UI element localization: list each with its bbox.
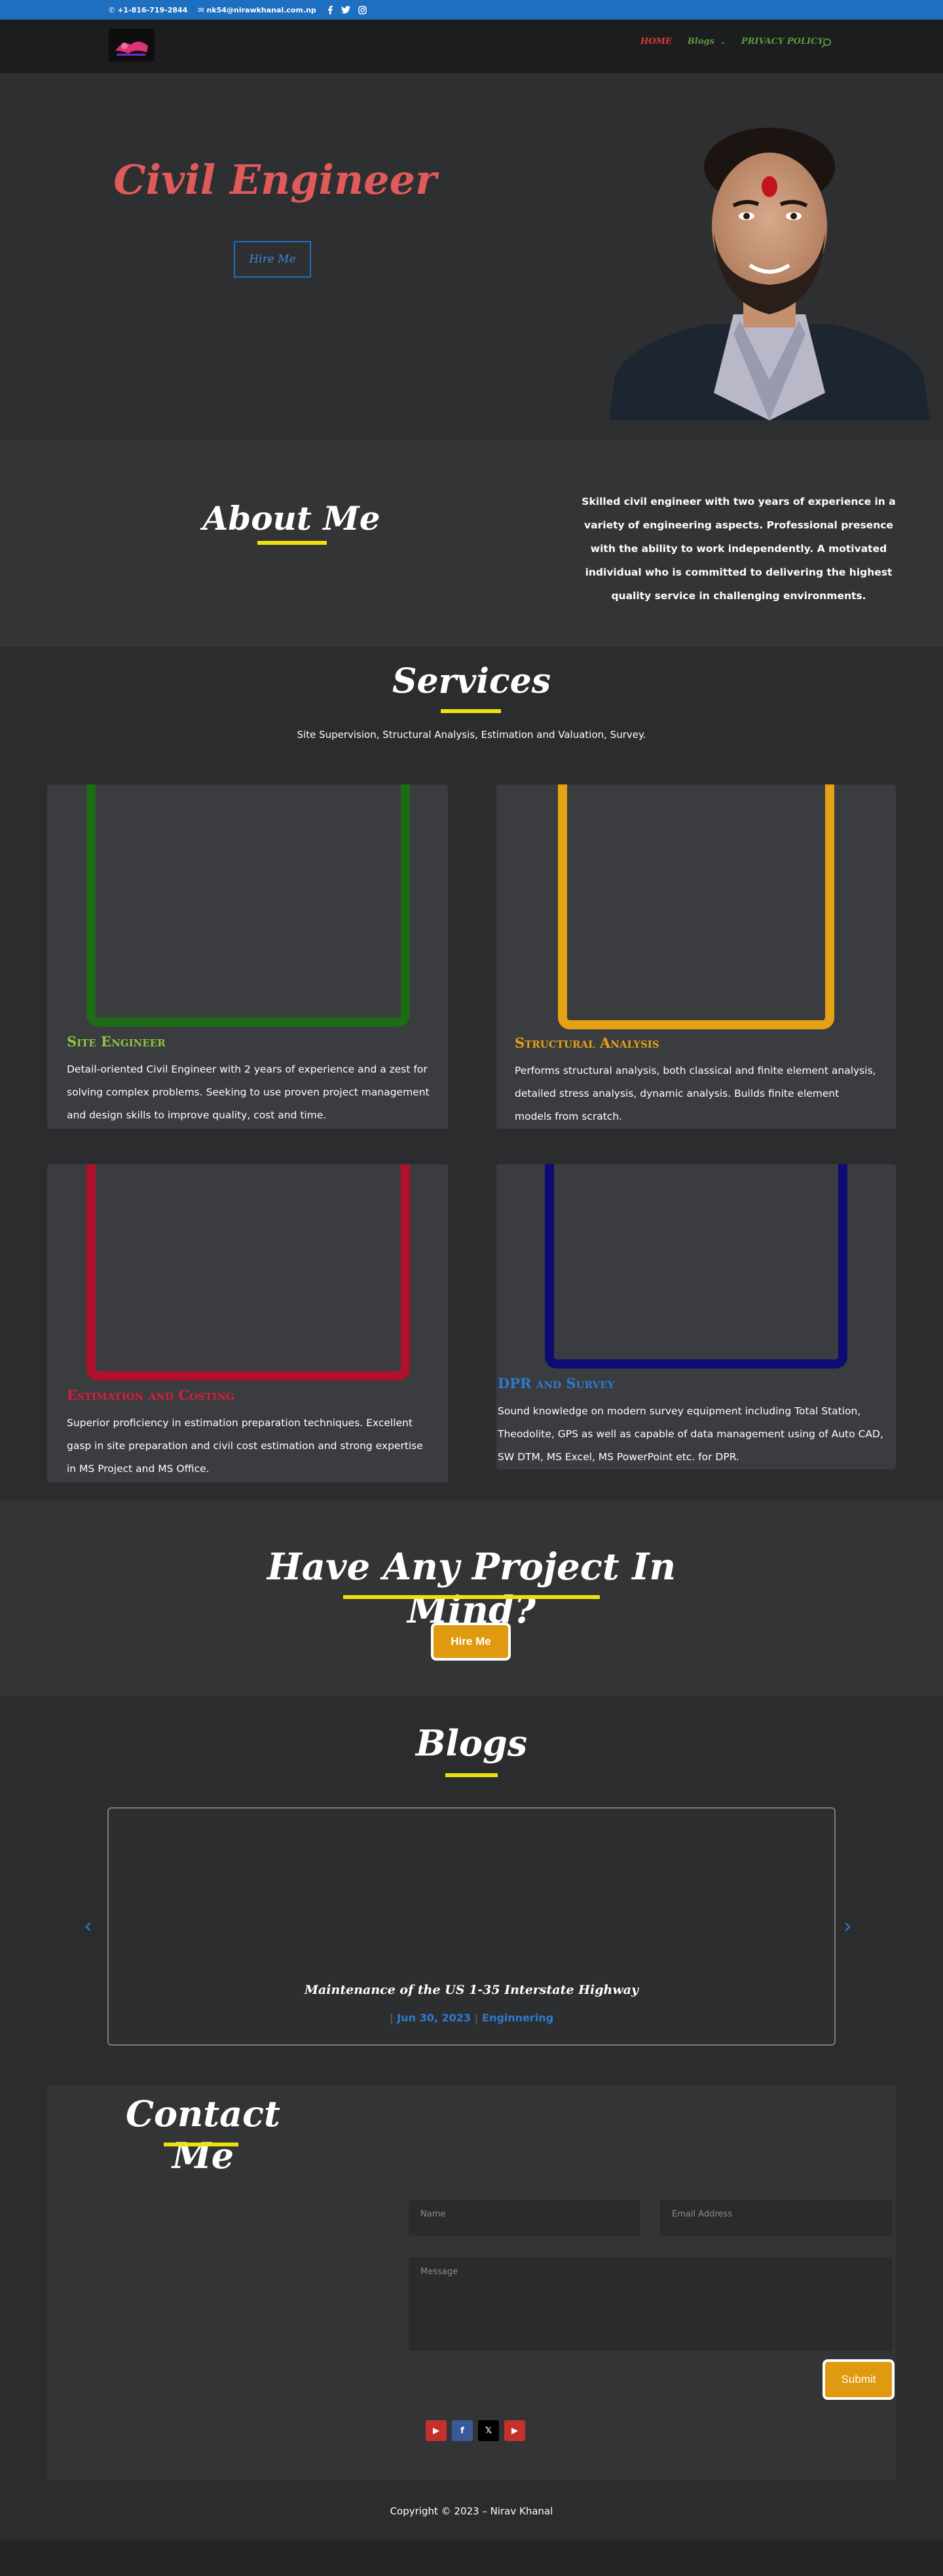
youtube-icon[interactable]: ▶ — [504, 2420, 525, 2441]
facebook-icon[interactable] — [327, 5, 333, 14]
instagram-icon[interactable] — [358, 5, 367, 14]
project-cta-title: Have Any Project In Mind? — [267, 1545, 676, 1632]
service-card-title: DPR and Survey — [498, 1375, 615, 1391]
blog-post-category[interactable]: Enginnering — [482, 2012, 553, 2024]
about-text: Skilled civil engineer with two years of… — [582, 496, 896, 602]
footer-bar — [0, 2541, 943, 2576]
about-title: About Me — [202, 499, 380, 538]
service-card-text: Detail-oriented Civil Engineer with 2 ye… — [67, 1063, 430, 1121]
chevron-right-icon[interactable]: › — [843, 1913, 852, 1938]
footer-social-links: ▶ f 𝕏 ▶ — [426, 2420, 525, 2441]
copyright-text: Copyright © 2023 – Nirav Khanal — [390, 2505, 553, 2517]
chevron-down-icon: ⌄ — [720, 39, 726, 46]
about-title-underline — [257, 541, 327, 545]
chevron-left-icon[interactable]: ‹ — [84, 1913, 92, 1938]
hero-title: Civil Engineer — [113, 156, 437, 204]
top-bar: ✆ +1-816-719-2844 ✉ nk54@nirawkhanal.com… — [0, 0, 943, 20]
service-card-title: Site Engineer — [67, 1033, 166, 1050]
blogs-title: Blogs — [415, 1722, 528, 1764]
service-card-text: Performs structural analysis, both class… — [515, 1065, 876, 1122]
service-card-title: Estimation and Costing — [67, 1387, 234, 1403]
nav-home[interactable]: HOME — [640, 37, 672, 46]
blog-post-meta: | Jun 30, 2023 | Enginnering — [196, 2012, 747, 2024]
service-card-frame — [545, 1164, 847, 1369]
nav-privacy-policy[interactable]: PRIVACY POLICY — [741, 37, 824, 46]
facebook-icon[interactable]: f — [452, 2420, 473, 2441]
meta-separator: | — [389, 2012, 394, 2024]
phone-icon: ✆ — [109, 5, 115, 14]
mail-icon: ✉ — [198, 5, 204, 14]
twitter-icon[interactable] — [341, 6, 350, 14]
services-title-underline — [441, 709, 501, 713]
service-card-text: Sound knowledge on modern survey equipme… — [498, 1405, 883, 1463]
name-field[interactable]: Name — [409, 2200, 640, 2236]
email-field[interactable]: Email Address — [660, 2200, 892, 2236]
site-logo[interactable] — [109, 29, 155, 62]
service-card-frame — [86, 784, 410, 1027]
blog-slider[interactable] — [107, 1807, 836, 2046]
project-hire-me-button[interactable]: Hire Me — [431, 1623, 511, 1661]
services-subtitle: Site Supervision, Structural Analysis, E… — [297, 729, 646, 741]
service-card-frame — [86, 1164, 410, 1380]
services-title: Services — [392, 661, 551, 701]
nav-blogs[interactable]: Blogs ⌄ — [688, 37, 726, 46]
blogs-title-underline — [445, 1773, 498, 1777]
project-cta-underline — [343, 1595, 600, 1599]
service-card-text: Superior proficiency in estimation prepa… — [67, 1417, 423, 1475]
main-nav: HOME Blogs ⌄ PRIVACY POLICY — [640, 37, 824, 46]
message-field[interactable]: Message — [409, 2258, 892, 2351]
blog-post-title[interactable]: Maintenance of the US 1-35 Interstate Hi… — [196, 1983, 747, 1997]
email-contact[interactable]: ✉ nk54@nirawkhanal.com.np — [198, 6, 316, 14]
profile-photo — [609, 118, 930, 420]
search-icon[interactable] — [821, 38, 832, 51]
youtube-icon[interactable]: ▶ — [426, 2420, 447, 2441]
phone-contact[interactable]: ✆ +1-816-719-2844 — [109, 6, 187, 14]
contact-title-underline — [164, 2143, 238, 2146]
service-card-title: Structural Analysis — [515, 1035, 659, 1051]
email-address: nk54@nirawkhanal.com.np — [206, 5, 316, 14]
blog-post-date: Jun 30, 2023 — [397, 2012, 472, 2024]
service-card-frame — [558, 784, 834, 1029]
phone-number: +1-816-719-2844 — [117, 5, 188, 14]
submit-button[interactable]: Submit — [823, 2359, 895, 2400]
twitter-icon[interactable]: 𝕏 — [478, 2420, 499, 2441]
contact-title: Contact Me — [125, 2093, 280, 2177]
hire-me-button[interactable]: Hire Me — [234, 241, 311, 278]
meta-separator: | — [474, 2012, 479, 2024]
nav-blogs-label: Blogs — [687, 37, 714, 46]
